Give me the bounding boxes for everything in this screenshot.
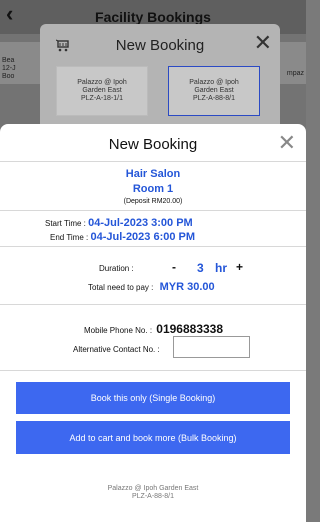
total-value: MYR 30.00 <box>159 281 215 293</box>
divider <box>0 210 306 211</box>
mobile-label: Mobile Phone No. : <box>84 326 153 335</box>
start-time-value: 04-Jul-2023 3:00 PM <box>88 217 193 229</box>
alt-contact-input[interactable] <box>173 336 250 358</box>
total-row: Total need to pay : MYR 30.00 <box>88 281 215 293</box>
alt-contact-label: Alternative Contact No. : <box>73 345 160 354</box>
divider <box>0 370 306 371</box>
unit-card-line: PLZ-A-88-8/1 <box>192 95 236 102</box>
end-time-row: End Time : 04-Jul-2023 6:00 PM <box>50 231 195 243</box>
total-label: Total need to pay : <box>88 283 154 292</box>
facility-name: Hair Salon <box>125 168 181 180</box>
mobile-value: 0196883338 <box>156 322 224 336</box>
list-item-right-text: mpaz <box>286 70 304 77</box>
room-name: Room 1 <box>132 183 174 195</box>
page-title: Facility Bookings <box>95 9 211 25</box>
new-booking-modal: New Booking ✕ Hair Salon Room 1 (Deposit… <box>0 124 306 522</box>
list-item-line: Boo <box>2 73 15 80</box>
start-time-label: Start Time : <box>45 219 86 228</box>
single-booking-button[interactable]: Book this only (Single Booking) <box>16 382 290 414</box>
footer-line: PLZ-A-88-8/1 <box>131 493 175 500</box>
close-icon[interactable]: ✕ <box>254 30 272 56</box>
bulk-booking-button[interactable]: Add to cart and book more (Bulk Booking) <box>16 421 290 454</box>
duration-value: 3 <box>197 261 204 275</box>
list-item-line: 12-J <box>2 65 16 72</box>
duration-plus-button[interactable]: + <box>236 260 243 274</box>
modal-title: New Booking <box>108 136 198 153</box>
deposit-text: (Deposit RM20.00) <box>123 198 183 205</box>
unit-card-line: Palazzo @ Ipoh <box>77 79 127 86</box>
close-icon[interactable]: ✕ <box>278 130 296 156</box>
end-time-label: End Time : <box>50 233 89 242</box>
unit-card-line: Garden East <box>194 87 234 94</box>
unit-card-selected[interactable]: Palazzo @ Ipoh Garden East PLZ-A-88-8/1 <box>168 66 260 116</box>
divider <box>0 246 306 247</box>
unit-card-line: PLZ-A-18-1/1 <box>80 95 124 102</box>
duration-minus-button[interactable]: - <box>172 260 176 274</box>
mobile-row: Mobile Phone No. : 0196883338 <box>84 322 223 336</box>
footer-line: Palazzo @ Ipoh Garden East <box>107 485 199 492</box>
start-time-row: Start Time : 04-Jul-2023 3:00 PM <box>45 217 193 229</box>
new-booking-modal-background: New Booking ✕ Palazzo @ Ipoh Garden East… <box>40 24 280 134</box>
duration-label: Duration : <box>99 264 134 273</box>
unit-card-line: Palazzo @ Ipoh <box>189 79 239 86</box>
duration-unit: hr <box>215 261 227 275</box>
unit-card[interactable]: Palazzo @ Ipoh Garden East PLZ-A-18-1/1 <box>56 66 148 116</box>
divider <box>0 304 306 305</box>
divider <box>0 161 306 162</box>
end-time-value: 04-Jul-2023 6:00 PM <box>90 231 196 243</box>
unit-card-line: Garden East <box>82 87 122 94</box>
modal-title: New Booking <box>115 37 205 54</box>
list-item-line: Bea <box>2 57 15 64</box>
